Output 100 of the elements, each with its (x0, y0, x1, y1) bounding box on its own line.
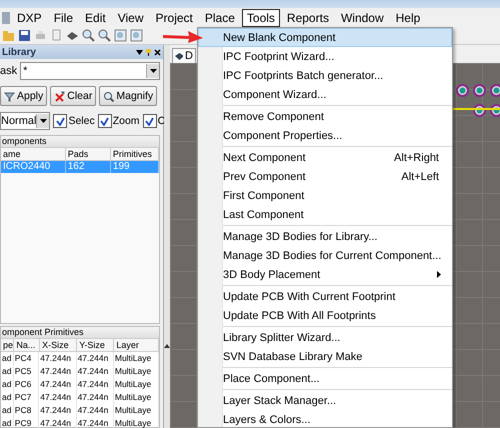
checkmark-icon (145, 116, 154, 126)
menu-item[interactable]: Next Component Alt+Right (198, 148, 452, 167)
scroll-up-icon[interactable] (164, 343, 170, 348)
table-cell: 47.244n (76, 352, 114, 365)
menu-item[interactable]: Layer Stack Manager... (198, 391, 452, 410)
menu-item[interactable]: DXP (12, 8, 47, 26)
menu-item[interactable]: Edit (80, 8, 111, 26)
document-tab[interactable]: D (172, 48, 196, 63)
menu-item[interactable]: Prev Component Alt+Left (198, 167, 452, 186)
zoom-out-icon[interactable] (98, 29, 111, 42)
panel-button[interactable]: Apply (0, 86, 48, 106)
menu-item-label: First Component (223, 190, 304, 202)
table-cell: 47.244n (39, 404, 77, 417)
menu-item[interactable]: Library Splitter Wizard... (198, 328, 452, 347)
menu-item[interactable]: Reports (282, 8, 334, 26)
column-header[interactable]: Na... (14, 339, 40, 351)
menu-item[interactable]: Manage 3D Bodies for Library... (198, 227, 452, 246)
panel-button[interactable]: Magnify (99, 86, 158, 106)
menu-item[interactable]: Help (390, 8, 426, 26)
mask-field[interactable]: * (20, 62, 160, 80)
menu-item-label: Remove Component (223, 110, 324, 122)
menu-item-label: Layer Stack Manager... (223, 394, 336, 406)
column-header[interactable]: Layer (114, 339, 160, 351)
menu-item[interactable]: IPC Footprints Batch generator... (198, 66, 452, 85)
menu-item-label: IPC Footprint Wizard... (223, 50, 334, 62)
panel-button[interactable]: Clear (50, 86, 96, 106)
menu-item[interactable]: File (48, 8, 78, 26)
mask-label: ask (0, 65, 18, 77)
menu-item[interactable]: Last Component (198, 205, 452, 224)
menu-item[interactable]: Update PCB With All Footprints (198, 306, 452, 325)
zoom-selected-icon[interactable] (130, 29, 143, 42)
table-cell: ad (1, 352, 14, 365)
pointer-arrow (163, 30, 203, 44)
zoom-fit-icon[interactable] (114, 29, 127, 42)
zoom-in-icon[interactable] (82, 29, 95, 42)
caret-icon (150, 69, 156, 73)
menu-item-label: 3D Body Placement (223, 268, 320, 280)
pad-icon (456, 84, 469, 97)
menu-item[interactable]: Component Properties... (198, 126, 452, 145)
cube-icon[interactable] (66, 29, 79, 42)
menu-item-label: Component Wizard... (223, 88, 326, 100)
checkmark-icon (56, 116, 65, 126)
table-cell: PC6 (14, 378, 40, 391)
column-header[interactable]: ame (1, 148, 66, 160)
table-cell: MultiLaye (114, 365, 159, 378)
menu-item[interactable]: Manage 3D Bodies for Current Component... (198, 246, 452, 265)
clear-icon (54, 90, 66, 102)
close-icon (154, 48, 161, 56)
table-cell: PC4 (14, 352, 40, 365)
menu-item[interactable]: Window (336, 8, 389, 26)
column-header[interactable]: Y-Size (77, 339, 114, 351)
caret-icon (40, 119, 47, 123)
pad-icon (473, 84, 486, 97)
menu-item-label: Update PCB With Current Footprint (223, 290, 396, 302)
menu-item[interactable]: 3D Body Placement (198, 265, 452, 284)
menu-item[interactable]: View (112, 8, 149, 26)
submenu-arrow-icon (437, 271, 441, 278)
table-cell: ad (1, 365, 14, 378)
mode-dropdown[interactable]: Normal (0, 112, 50, 130)
table-cell: ad (1, 404, 14, 417)
menu-item[interactable]: Update PCB With Current Footprint (198, 287, 452, 306)
trace-line (453, 108, 500, 110)
menu-item-label: SVN Database Library Make (223, 350, 362, 362)
column-header[interactable]: pe (1, 339, 14, 351)
table-cell: PC8 (14, 404, 40, 417)
column-header[interactable]: Primitives (110, 148, 159, 160)
menu-item-label: Update PCB With All Footprints (223, 310, 376, 322)
menu-item[interactable]: New Blank Component (198, 28, 452, 47)
save-icon[interactable] (18, 29, 31, 42)
table-cell: 47.244n (39, 365, 77, 378)
menu-item[interactable]: First Component (198, 186, 452, 205)
menu-item[interactable]: Project (150, 8, 198, 26)
menu-item-label: Last Component (223, 208, 304, 220)
table-cell: 47.244n (76, 404, 114, 417)
shortcut-label: Alt+Right (394, 152, 440, 164)
menu-item[interactable]: Layers & Colors... (198, 410, 452, 428)
checkmark-icon (100, 116, 110, 126)
table-cell: ad (1, 417, 14, 428)
table-cell: ad (1, 391, 14, 404)
menu-item[interactable]: Tools (242, 8, 280, 26)
menu-item-label: Library Splitter Wizard... (223, 332, 340, 344)
table-cell: MultiLaye (114, 352, 159, 365)
checkbox[interactable] (142, 114, 157, 128)
filter-icon (4, 90, 15, 102)
table-cell: MultiLaye (114, 417, 159, 428)
column-header[interactable]: Pads (66, 148, 111, 160)
dropdown-icon (136, 48, 143, 56)
menu-item[interactable]: IPC Footprint Wizard... (198, 47, 452, 66)
menu-item[interactable]: Place (200, 8, 240, 26)
menu-item[interactable]: SVN Database Library Make (198, 347, 452, 366)
table-cell: 47.244n (76, 378, 114, 391)
menu-item[interactable]: Place Component... (198, 369, 452, 388)
menu-item-label: Next Component (223, 152, 306, 164)
table-cell: MultiLaye (114, 404, 159, 417)
checkbox[interactable] (98, 114, 112, 128)
menu-item[interactable]: Remove Component (198, 107, 452, 126)
menu-item[interactable]: Component Wizard... (198, 85, 452, 104)
table-cell: 47.244n (76, 417, 114, 428)
column-header[interactable]: X-Size (40, 339, 78, 351)
checkbox[interactable] (53, 114, 68, 128)
